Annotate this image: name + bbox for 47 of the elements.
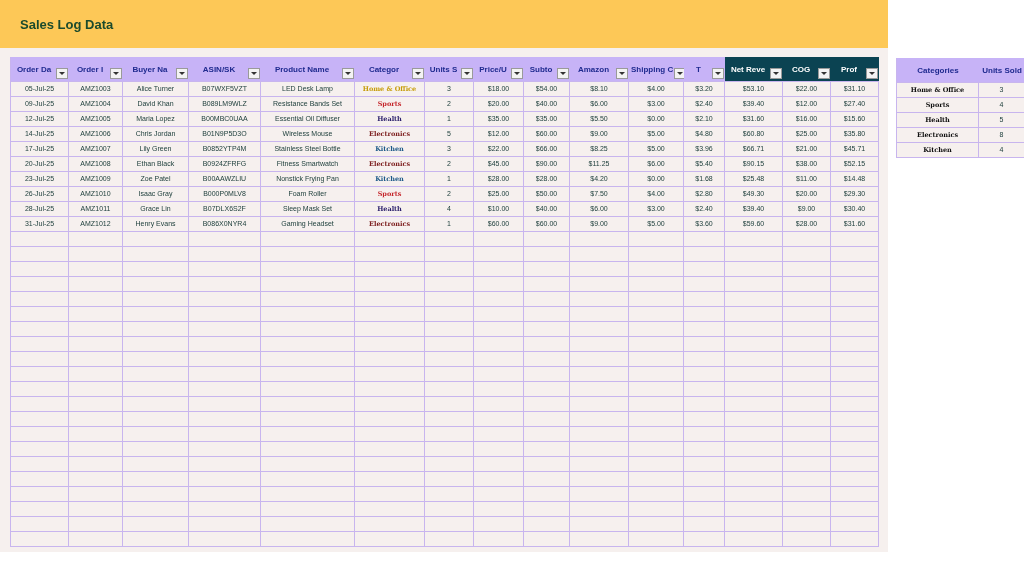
caret-icon <box>59 71 65 75</box>
caret-icon <box>619 71 625 75</box>
caret-icon <box>251 71 257 75</box>
column-header-label: Order Da <box>15 64 53 74</box>
column-header-label: Amazon <box>576 64 611 74</box>
caret-icon <box>464 71 470 75</box>
caret-icon <box>773 71 779 75</box>
filter-dropdown-button[interactable] <box>770 67 782 79</box>
column-header-label: COG <box>790 64 812 74</box>
caret-icon <box>715 71 721 75</box>
filter-dropdown-button[interactable] <box>248 67 260 79</box>
caret-icon <box>345 71 351 75</box>
column-header-label: ASIN/SK <box>201 64 237 74</box>
column-header-label: Order I <box>75 64 105 74</box>
filter-dropdown-button[interactable] <box>818 67 830 79</box>
filter-dropdown-button[interactable] <box>712 67 724 79</box>
column-header-label: Shipping C <box>631 64 674 74</box>
column-header-label: Product Name <box>273 64 331 74</box>
caret-icon <box>514 71 520 75</box>
column-header-label: Prof <box>840 64 858 74</box>
filter-dropdown-button[interactable] <box>557 67 569 79</box>
caret-icon <box>415 71 421 75</box>
column-header-label: Categor <box>367 64 401 74</box>
caret-icon <box>677 71 684 75</box>
filter-dropdown-button[interactable] <box>176 67 188 79</box>
filter-dropdown-button[interactable] <box>616 67 628 79</box>
column-header: Units Sold <box>979 58 1024 83</box>
column-header-label: Subto <box>528 64 554 74</box>
caret-icon <box>179 71 185 75</box>
filter-dropdown-button[interactable] <box>110 67 122 79</box>
caret-icon <box>869 71 875 75</box>
caret-icon <box>821 71 827 75</box>
filter-dropdown-button[interactable] <box>342 67 354 79</box>
caret-icon <box>113 71 119 75</box>
column-header: Categories <box>897 58 979 83</box>
column-header-label: Buyer Na <box>131 64 169 74</box>
filter-dropdown-button[interactable] <box>461 67 473 79</box>
filter-dropdown-button[interactable] <box>56 67 68 79</box>
caret-icon <box>560 71 566 75</box>
column-header-label: Net Reve <box>729 64 767 74</box>
column-header-label: T <box>695 64 702 74</box>
filter-dropdown-button[interactable] <box>412 67 424 79</box>
sheet-title: Sales Log Data <box>20 16 114 32</box>
filter-dropdown-button[interactable] <box>511 67 523 79</box>
column-header-label: Units S <box>428 64 459 74</box>
filter-dropdown-button[interactable] <box>866 67 878 79</box>
column-header-label: Price/U <box>478 64 508 74</box>
